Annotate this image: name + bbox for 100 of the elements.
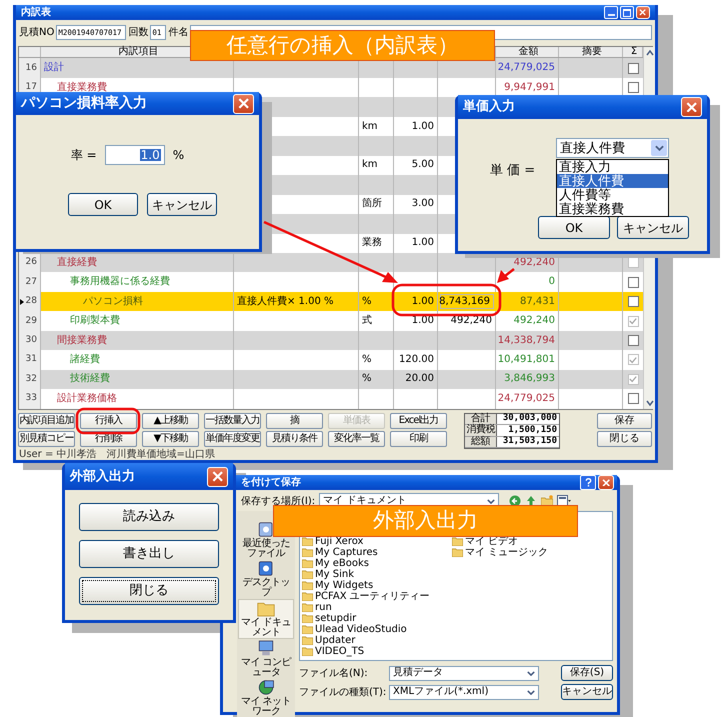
side-button[interactable]: 保存 [597, 412, 652, 428]
dropdown-option[interactable]: 直接業務費 [557, 202, 668, 216]
table-cell: 1.00 [412, 316, 434, 326]
status-text: User = 中川孝浩 河川費単価地域=山口県 [18, 450, 216, 460]
field-label: ファイルの種類(T): [299, 686, 385, 700]
place-item[interactable]: マイ ドキュメント [238, 599, 294, 639]
close-button[interactable] [636, 6, 650, 19]
dropdown-option[interactable]: 直接人件費 [557, 174, 668, 188]
callout-banner: 外部入出力 [273, 505, 578, 537]
side-button[interactable]: 閉じる [597, 430, 652, 446]
toolbar-button[interactable]: 別見積コピー [18, 430, 75, 446]
documents-folder-icon [257, 600, 275, 617]
dropdown[interactable]: 直接人件費 [556, 138, 669, 158]
close-button[interactable] [681, 97, 702, 117]
toolbar-button[interactable]: 変化率一覧 [328, 430, 385, 446]
item-name: 直接業務費 [57, 82, 107, 93]
close-button[interactable] [233, 94, 254, 114]
row-number: 16 [26, 64, 37, 73]
scroll-down-icon [645, 398, 655, 406]
rate-input[interactable]: 1.0 [104, 145, 165, 165]
toolbar-button[interactable]: 見積り条件 [266, 430, 323, 446]
file-type-dropdown[interactable]: XMLファイル(*.xml) [389, 684, 539, 700]
maximize-button[interactable] [620, 6, 634, 19]
checkbox[interactable] [628, 393, 638, 404]
check-icon [629, 317, 637, 326]
total-label: 消費税 [465, 425, 497, 436]
place-item[interactable]: マイ ネットワーク [238, 679, 294, 717]
total-value: 31,503,150 [502, 436, 558, 447]
checkbox[interactable] [628, 335, 638, 346]
pointer-arrow [497, 268, 515, 283]
dialog-button[interactable]: キャンセル [147, 193, 217, 216]
help-button[interactable] [580, 475, 596, 490]
toolbar-button[interactable]: Excel出力 [390, 412, 447, 428]
dialog-button[interactable]: 書き出し [79, 540, 219, 568]
column-header: 金額 [518, 46, 538, 57]
table-cell: 24,779,025 [498, 63, 555, 74]
folder-item[interactable]: Fuji Xerox [302, 536, 452, 547]
folder-icon [302, 603, 313, 612]
folder-item[interactable]: run [302, 602, 452, 613]
dropdown-option[interactable]: 人件費等 [557, 188, 668, 202]
toolbar-button[interactable]: 一括数量入力 [204, 412, 261, 428]
dialog-button[interactable]: キャンセル [617, 216, 689, 239]
total-value: 30,003,000 [502, 414, 558, 424]
folder-icon [302, 548, 313, 557]
table-cell: 492,240 [450, 316, 492, 326]
dialog-button[interactable]: 閉じる [79, 577, 219, 605]
item-name: 設計業務価格 [57, 394, 117, 404]
folder-item[interactable]: PCFAX ユーティリティー [302, 591, 452, 602]
table-cell: 14,338,794 [498, 336, 555, 346]
toolbar-button[interactable]: ▲上移動 [142, 412, 199, 428]
table-cell: 箇所 [362, 199, 382, 210]
desktop-icon [257, 560, 275, 577]
dialog-button[interactable]: 読み込み [79, 503, 219, 531]
close-button[interactable] [207, 466, 228, 486]
dialog-button[interactable]: OK [68, 193, 138, 216]
dialog-button[interactable]: 保存(S) [561, 665, 613, 681]
folder-item[interactable]: My Widgets [302, 580, 452, 591]
folder-item[interactable]: My eBooks [302, 558, 452, 569]
toolbar-button[interactable]: 摘 [266, 412, 323, 428]
row-pointer-icon [20, 298, 24, 305]
folder-item[interactable]: My Captures [302, 547, 452, 558]
row-number: 17 [26, 83, 37, 92]
minimize-button[interactable] [604, 6, 618, 19]
dialog-button[interactable]: キャンセル [561, 684, 613, 700]
folder-icon [302, 570, 313, 579]
folder-item[interactable]: VIDEO_TS [302, 646, 452, 657]
close-button[interactable] [598, 475, 614, 490]
folder-item[interactable]: setupdir [302, 613, 452, 624]
view-menu-icon[interactable] [557, 495, 572, 507]
item-name: パソコン損料 [83, 296, 143, 307]
total-label: 合計 [465, 414, 497, 424]
filename-field[interactable]: 見積データ [389, 666, 539, 680]
table-row[interactable]: 16 設計 24,779,025 [19, 58, 643, 78]
dropdown-option[interactable]: 直接入力 [557, 160, 668, 174]
place-item[interactable]: デスクトップ [238, 560, 294, 598]
checkbox[interactable] [628, 62, 638, 74]
window-title: 外部入出力 [70, 468, 135, 486]
toolbar-button[interactable]: 行挿入 [80, 412, 137, 428]
up-folder-icon[interactable] [525, 495, 538, 507]
computer-icon [257, 640, 275, 657]
folder-item[interactable]: Updater [302, 635, 452, 646]
folder-icon [452, 548, 463, 557]
column-header: Σ [630, 46, 638, 57]
row-number: 26 [26, 258, 37, 268]
table-cell: 20.00 [405, 374, 434, 384]
toolbar-button[interactable]: 印刷 [390, 430, 447, 446]
place-item[interactable]: マイ コンピュータ [238, 640, 294, 678]
toolbar-button[interactable]: 単価年度変更 [204, 430, 261, 446]
column-header: 摘要 [582, 46, 602, 57]
folder-icon [302, 581, 313, 590]
folder-item[interactable]: My Sink [302, 569, 452, 580]
toolbar-button[interactable]: 内訳項目追加 [18, 412, 75, 428]
folder-item[interactable]: マイ ミュージック [452, 547, 602, 558]
close-icon [238, 98, 250, 109]
table-row[interactable]: 30 間接業務費 14,338,794 [19, 330, 643, 350]
dialog-button[interactable]: OK [538, 216, 610, 239]
checkbox[interactable] [628, 82, 638, 94]
close-icon [639, 9, 647, 16]
toolbar-button[interactable]: ▼下移動 [142, 430, 199, 446]
folder-item[interactable]: Ulead VideoStudio [302, 624, 452, 635]
